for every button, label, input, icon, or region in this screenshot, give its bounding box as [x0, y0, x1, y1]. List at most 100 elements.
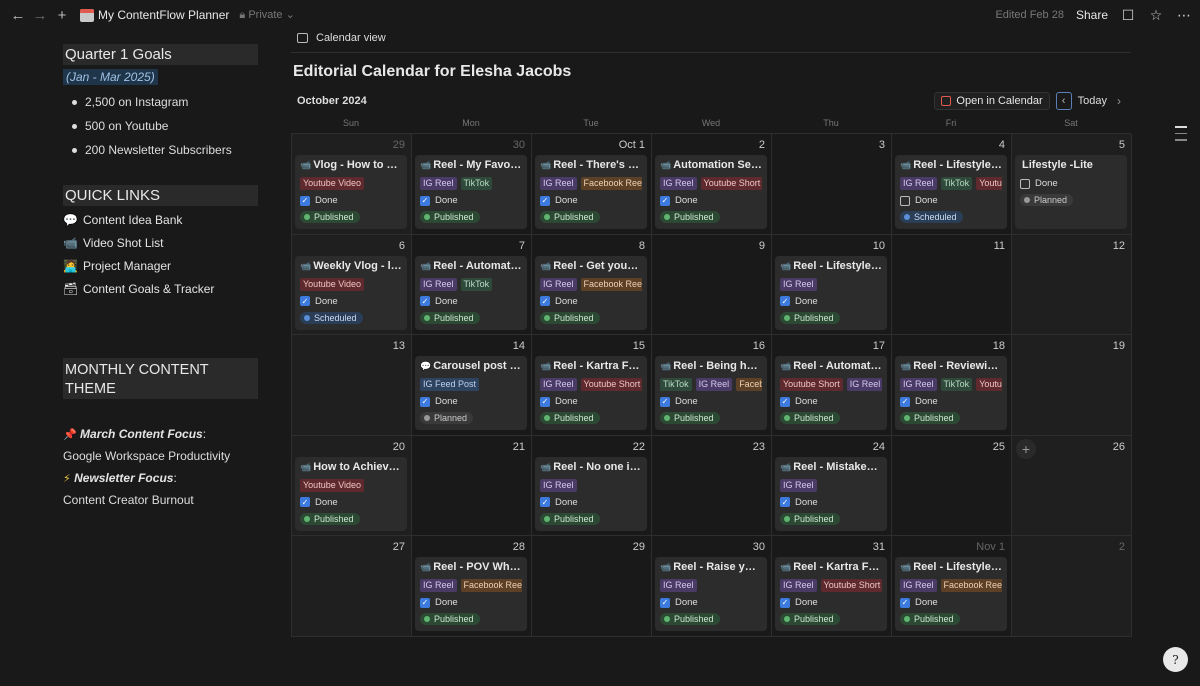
done-checkbox-row[interactable]: Done — [900, 194, 1002, 207]
done-checkbox-row[interactable]: ✓ Done — [660, 395, 762, 408]
calendar-day-cell[interactable]: 24 📹 Reel - Mistakes ... IG Reel ✓ Done Publis… — [772, 435, 892, 536]
checked-checkbox-icon[interactable]: ✓ — [300, 296, 310, 306]
calendar-day-cell[interactable]: 28 📹 Reel - POV Whe... IG Reel Facebook Reel… — [412, 536, 532, 637]
add-icon[interactable]: + — [52, 7, 72, 24]
privacy-indicator[interactable]: 🔒︎ Private ⌄ — [239, 8, 294, 22]
calendar-day-cell[interactable]: 29 — [532, 536, 652, 637]
content-card[interactable]: 📹 Reel - Reviewing... IG Reel TikTok Youtu ✓ D… — [895, 356, 1007, 430]
quick-link-content-idea-bank[interactable]: 💬 Content Idea Bank — [63, 208, 258, 231]
checked-checkbox-icon[interactable]: ✓ — [420, 597, 430, 608]
calendar-day-cell[interactable]: 7 📹 Reel - Automatio... IG Reel TikTok ✓ Done P… — [412, 234, 532, 335]
content-card[interactable]: 📹 Reel - POV Whe... IG Reel Facebook Reel ✓ D… — [415, 557, 527, 631]
checked-checkbox-icon[interactable]: ✓ — [780, 296, 790, 306]
calendar-day-cell[interactable]: Nov 1 📹 Reel - Lifestyle ... IG Reel Faceboo… — [892, 536, 1012, 637]
calendar-day-cell[interactable]: 11 — [892, 234, 1012, 335]
content-card[interactable]: 📹 Automation Secr... IG Reel Youtube Short ✓… — [655, 155, 767, 229]
done-checkbox-row[interactable]: ✓ Done — [780, 496, 882, 509]
checked-checkbox-icon[interactable]: ✓ — [900, 396, 910, 407]
today-button[interactable]: Today — [1078, 95, 1107, 107]
content-card[interactable]: 📹 Reel - There's a ... IG Reel Facebook Ree… — [535, 155, 647, 229]
checked-checkbox-icon[interactable]: ✓ — [300, 195, 310, 206]
done-checkbox-row[interactable]: ✓ Done — [660, 194, 762, 207]
quick-link-content-goals-tracker[interactable]: 🗃 Content Goals & Tracker — [63, 277, 258, 300]
checked-checkbox-icon[interactable]: ✓ — [660, 597, 670, 608]
quick-link-video-shot-list[interactable]: 📹 Video Shot List — [63, 231, 258, 254]
done-checkbox-row[interactable]: ✓ Done — [900, 596, 1002, 609]
checked-checkbox-icon[interactable]: ✓ — [540, 497, 550, 507]
next-month-button[interactable]: › — [1113, 94, 1125, 108]
checked-checkbox-icon[interactable]: ✓ — [420, 296, 430, 306]
calendar-day-cell[interactable]: 31 📹 Reel - Kartra Fea... IG Reel Youtube Sh… — [772, 536, 892, 637]
content-card[interactable]: 📹 Reel - Lifestyle ... IG Reel Facebook Ree… — [895, 557, 1007, 631]
calendar-day-cell[interactable]: Oct 1 📹 Reel - There's a ... IG Reel Faceboo… — [532, 134, 652, 235]
checked-checkbox-icon[interactable]: ✓ — [540, 195, 550, 206]
star-icon[interactable]: ☆ — [1148, 7, 1164, 24]
done-checkbox-row[interactable]: ✓ Done — [540, 395, 642, 408]
back-arrow-icon[interactable]: ← — [8, 7, 28, 24]
content-card[interactable]: 📹 Reel - Kartra Fea... IG Reel Youtube Shor… — [775, 557, 887, 631]
calendar-day-cell[interactable]: 27 — [292, 536, 412, 637]
calendar-day-cell[interactable]: 6 📹 Weekly Vlog - le... Youtube Video ✓ Done S… — [292, 234, 412, 335]
calendar-day-cell[interactable]: 4 📹 Reel - Lifestyle:... IG Reel TikTok Youtu… — [892, 134, 1012, 235]
content-card[interactable]: 💬 Carousel post a... IG Feed Post ✓ Done Plan… — [415, 356, 527, 430]
checked-checkbox-icon[interactable]: ✓ — [660, 195, 670, 206]
calendar-day-cell[interactable]: 2 📹 Automation Secr... IG Reel Youtube Short… — [652, 134, 772, 235]
checked-checkbox-icon[interactable]: ✓ — [780, 497, 790, 507]
calendar-day-cell[interactable]: 2 — [1012, 536, 1132, 637]
calendar-day-cell[interactable]: 12 — [1012, 234, 1132, 335]
content-card[interactable]: 📹 Reel - Automatio... IG Reel TikTok ✓ Done Pu… — [415, 255, 527, 330]
calendar-view-tab[interactable]: Calendar view — [291, 29, 1131, 47]
content-card[interactable]: 📹 Vlog - How to St... Youtube Video ✓ Done Pu… — [295, 155, 407, 229]
calendar-day-cell[interactable]: 19 — [1012, 335, 1132, 436]
content-card[interactable]: 📹 Reel - No one is ... IG Reel ✓ Done Publish… — [535, 456, 647, 531]
content-card[interactable]: 📹 Reel - Raise your... IG Reel ✓ Done Publish… — [655, 557, 767, 631]
done-checkbox-row[interactable]: ✓ Done — [420, 395, 522, 408]
done-checkbox-row[interactable]: ✓ Done — [540, 496, 642, 509]
calendar-day-cell[interactable]: 22 📹 Reel - No one is ... IG Reel ✓ Done Publi… — [532, 435, 652, 536]
help-button[interactable]: ? — [1163, 647, 1188, 672]
calendar-day-cell[interactable]: 21 — [412, 435, 532, 536]
content-card[interactable]: 📹 Reel - Kartra Fea... IG Reel Youtube Shor… — [535, 356, 647, 430]
checked-checkbox-icon[interactable]: ✓ — [540, 396, 550, 407]
calendar-day-cell[interactable]: 15 📹 Reel - Kartra Fea... IG Reel Youtube Sh… — [532, 335, 652, 436]
forward-arrow-icon[interactable]: → — [30, 7, 50, 24]
calendar-day-cell[interactable]: 29 📹 Vlog - How to St... Youtube Video ✓ Done… — [292, 134, 412, 235]
calendar-day-cell[interactable]: 9 — [652, 234, 772, 335]
done-checkbox-row[interactable]: ✓ Done — [780, 395, 882, 408]
done-checkbox-row[interactable]: Done — [1020, 177, 1122, 190]
calendar-day-cell[interactable]: 16 📹 Reel - Being hel... TikTok IG Reel Faceb… — [652, 335, 772, 436]
calendar-day-cell[interactable]: 20 📹 How to Achieve ... Youtube Video ✓ Done P… — [292, 435, 412, 536]
quick-link-project-manager[interactable]: 🧑‍💻 Project Manager — [63, 254, 258, 277]
done-checkbox-row[interactable]: ✓ Done — [900, 395, 1002, 408]
checked-checkbox-icon[interactable]: ✓ — [780, 597, 790, 608]
checked-checkbox-icon[interactable]: ✓ — [420, 195, 430, 206]
done-checkbox-row[interactable]: ✓ Done — [300, 496, 402, 509]
done-checkbox-row[interactable]: ✓ Done — [660, 596, 762, 609]
calendar-day-cell[interactable]: 18 📹 Reel - Reviewing... IG Reel TikTok Youtu… — [892, 335, 1012, 436]
unchecked-checkbox-icon[interactable] — [1020, 178, 1030, 189]
done-checkbox-row[interactable]: ✓ Done — [540, 295, 642, 308]
calendar-day-cell[interactable]: 13 — [292, 335, 412, 436]
previous-month-button[interactable]: ‹ — [1055, 92, 1072, 110]
calendar-day-cell[interactable]: 25 — [892, 435, 1012, 536]
comment-icon[interactable]: ☐ — [1120, 7, 1136, 24]
more-icon[interactable]: ⋯ — [1176, 7, 1192, 24]
calendar-day-cell[interactable]: 8 📹 Reel - Get your b... IG Reel Facebook Re… — [532, 234, 652, 335]
open-in-calendar-button[interactable]: Open in Calendar — [934, 92, 1050, 110]
calendar-day-cell[interactable]: 10 📹 Reel - Lifestyle: ... IG Reel ✓ Done Publ… — [772, 234, 892, 335]
done-checkbox-row[interactable]: ✓ Done — [420, 295, 522, 308]
content-card[interactable]: 📹 Reel - Get your b... IG Reel Facebook Ree… — [535, 255, 647, 330]
calendar-day-cell[interactable]: 23 — [652, 435, 772, 536]
page-title[interactable]: My ContentFlow Planner — [98, 8, 229, 22]
calendar-day-cell[interactable]: 30 📹 Reel - My Favorit... IG Reel TikTok ✓ Don… — [412, 134, 532, 235]
calendar-day-cell[interactable]: 5 Lifestyle -Lite Done Planned — [1012, 134, 1132, 235]
checked-checkbox-icon[interactable]: ✓ — [540, 296, 550, 306]
done-checkbox-row[interactable]: ✓ Done — [300, 295, 402, 308]
done-checkbox-row[interactable]: ✓ Done — [540, 194, 642, 207]
content-card[interactable]: 📹 Reel - Being hel... TikTok IG Reel Faceb ✓ D… — [655, 356, 767, 430]
content-card[interactable]: 📹 Reel - Lifestyle: ... IG Reel ✓ Done Publis… — [775, 255, 887, 330]
checked-checkbox-icon[interactable]: ✓ — [780, 396, 790, 407]
calendar-day-cell[interactable]: 30 📹 Reel - Raise your... IG Reel ✓ Done Publi… — [652, 536, 772, 637]
share-button[interactable]: Share — [1076, 8, 1108, 22]
content-card[interactable]: 📹 Reel - My Favorit... IG Reel TikTok ✓ Done P… — [415, 155, 527, 229]
